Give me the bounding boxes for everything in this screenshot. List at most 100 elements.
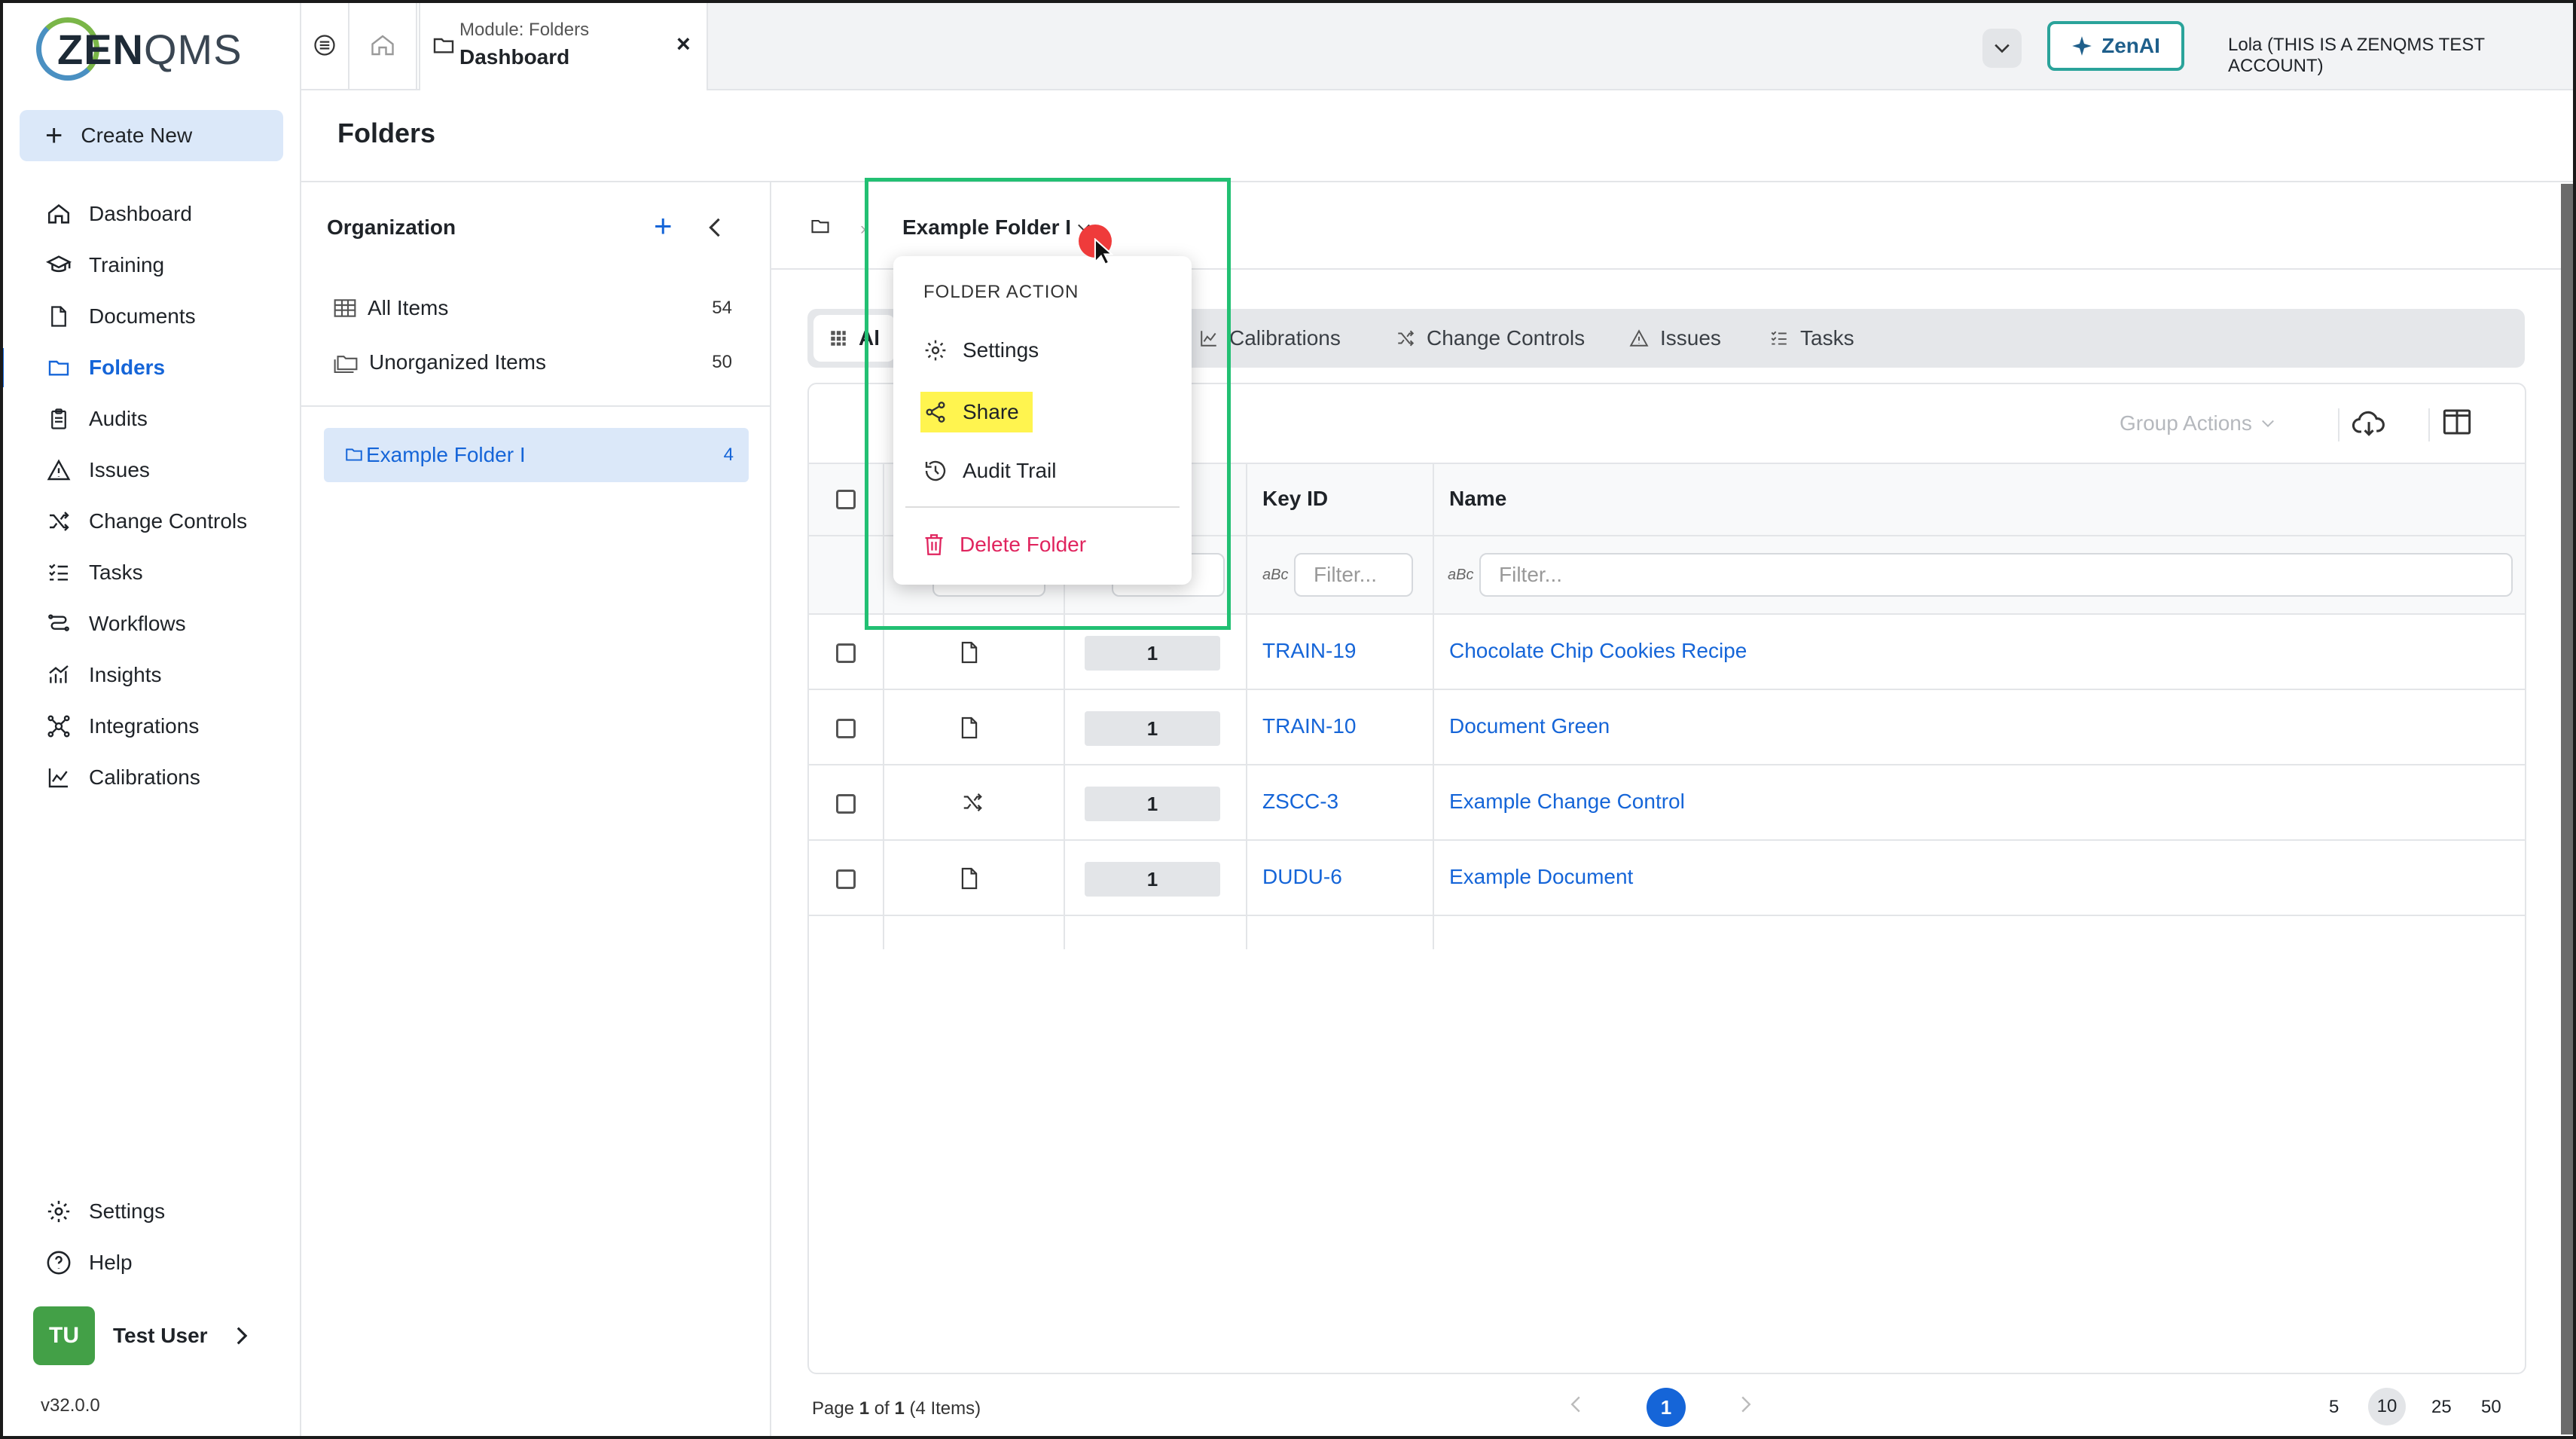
plus-icon: + (45, 119, 63, 152)
sidebar-item-training[interactable]: Training (0, 240, 301, 291)
user-name: Test User (113, 1324, 208, 1347)
tab-folders-dashboard[interactable]: Module: Folders Dashboard × (419, 0, 708, 90)
tab-tasks[interactable]: Tasks (1769, 315, 1854, 362)
tabs-dropdown-button[interactable] (1982, 29, 2022, 68)
sidebar-item-calibrations[interactable]: Calibrations (0, 752, 301, 803)
workflow-icon (44, 612, 74, 636)
sidebar-item-issues[interactable]: Issues (0, 445, 301, 496)
row-checkbox[interactable] (836, 869, 856, 889)
sidebar-item-insights[interactable]: Insights (0, 649, 301, 701)
table-row[interactable]: 1 DUDU-6 Example Document (809, 841, 2525, 916)
home-tab[interactable] (349, 0, 417, 90)
page-button-current[interactable]: 1 (1647, 1388, 1686, 1427)
sidebar-item-tasks[interactable]: Tasks (0, 547, 301, 598)
page-size-option-selected[interactable]: 10 (2368, 1388, 2406, 1425)
annotation-highlight-box (865, 178, 1231, 630)
toolbar-divider (2338, 408, 2339, 441)
sidebar-item-label: Insights (89, 663, 162, 686)
row-checkbox[interactable] (836, 719, 856, 738)
org-item-all-items[interactable]: All Items 54 (333, 289, 755, 327)
menu-toggle-button[interactable] (301, 0, 349, 90)
row-checkbox[interactable] (836, 794, 856, 814)
sidebar-item-label: Settings (89, 1199, 166, 1223)
version-badge: 1 (1085, 711, 1220, 746)
sidebar-item-settings[interactable]: Settings (0, 1186, 301, 1237)
page-size-option[interactable]: 25 (2431, 1397, 2452, 1418)
key-id-link[interactable]: TRAIN-10 (1262, 714, 1356, 738)
page-scrollbar[interactable] (2561, 184, 2573, 1434)
org-item-label: Unorganized Items (369, 350, 547, 374)
name-filter-input[interactable]: Filter... (1479, 553, 2513, 597)
tab-issues[interactable]: Issues (1628, 315, 1721, 362)
column-header-key-id[interactable]: Key ID (1262, 487, 1328, 511)
key-id-link[interactable]: ZSCC-3 (1262, 790, 1338, 814)
sidebar-item-folders[interactable]: Folders (0, 342, 301, 393)
sidebar-item-dashboard[interactable]: Dashboard (0, 188, 301, 240)
tab-change-controls[interactable]: Change Controls (1395, 315, 1585, 362)
org-item-label: All Items (368, 296, 449, 319)
columns-icon[interactable] (2442, 407, 2472, 437)
add-folder-button[interactable]: + (654, 208, 673, 244)
key-id-link[interactable]: TRAIN-19 (1262, 639, 1356, 663)
folder-icon (343, 445, 365, 464)
chevron-left-icon[interactable] (708, 217, 722, 238)
folder-item-example-folder[interactable]: Example Folder I 4 (324, 428, 749, 482)
toolbar-divider (2428, 408, 2430, 441)
clipboard-icon (44, 406, 74, 432)
account-name[interactable]: Lola (THIS IS A ZENQMS TEST ACCOUNT) (2228, 35, 2576, 77)
avatar: TU (33, 1306, 95, 1365)
key-id-filter-input[interactable]: Filter... (1294, 553, 1413, 597)
sidebar: ZENQMS + Create New Dashboard Training D… (0, 0, 301, 1439)
cloud-download-icon[interactable] (2352, 407, 2388, 440)
column-header-name[interactable]: Name (1449, 487, 1506, 511)
shuffle-icon (960, 791, 985, 814)
gear-icon (44, 1199, 74, 1224)
page-title: Folders (337, 118, 436, 148)
create-new-label: Create New (81, 124, 193, 147)
table-row[interactable]: 1 ZSCC-3 Example Change Control (809, 765, 2525, 841)
page-size-option[interactable]: 50 (2481, 1397, 2501, 1418)
sidebar-item-label: Folders (89, 356, 166, 379)
sidebar-item-workflows[interactable]: Workflows (0, 598, 301, 649)
row-checkbox[interactable] (836, 643, 856, 663)
sidebar-nav: Dashboard Training Documents Folders Aud… (0, 188, 301, 803)
document-icon (960, 716, 979, 740)
folder-icon (44, 356, 74, 380)
name-link[interactable]: Chocolate Chip Cookies Recipe (1449, 639, 1747, 663)
folder-item-label: Example Folder I (366, 443, 526, 466)
create-new-button[interactable]: + Create New (20, 110, 283, 161)
zenai-button[interactable]: ZenAI (2047, 21, 2184, 71)
sidebar-item-integrations[interactable]: Integrations (0, 701, 301, 752)
org-item-unorganized[interactable]: Unorganized Items 50 (333, 344, 755, 381)
sidebar-item-label: Audits (89, 407, 148, 430)
page-size-option[interactable]: 5 (2329, 1397, 2339, 1418)
sidebar-item-audits[interactable]: Audits (0, 393, 301, 445)
zenai-label: ZenAI (2101, 34, 2160, 57)
user-menu[interactable]: TU Test User (33, 1306, 249, 1365)
table-row[interactable]: 1 TRAIN-10 Document Green (809, 690, 2525, 765)
sidebar-item-help[interactable]: Help (0, 1237, 301, 1288)
folder-icon (431, 33, 456, 57)
sidebar-item-label: Documents (89, 304, 196, 328)
version-badge: 1 (1085, 787, 1220, 821)
sidebar-item-documents[interactable]: Documents (0, 291, 301, 342)
chevron-down-icon (1994, 43, 2010, 53)
group-actions-button[interactable]: Group Actions (2120, 411, 2275, 435)
chevron-left-icon[interactable] (1570, 1395, 1582, 1413)
sidebar-item-change-controls[interactable]: Change Controls (0, 496, 301, 547)
logo-text: ZENQMS (57, 25, 243, 73)
document-icon (960, 640, 979, 665)
chevron-down-icon (2261, 419, 2275, 428)
close-icon[interactable]: × (676, 30, 691, 58)
cursor-icon (1094, 238, 1113, 267)
folder-icon[interactable] (809, 215, 832, 237)
name-link[interactable]: Example Change Control (1449, 790, 1685, 814)
chevron-right-icon[interactable] (1740, 1395, 1752, 1413)
key-id-link[interactable]: DUDU-6 (1262, 865, 1342, 889)
name-link[interactable]: Document Green (1449, 714, 1610, 738)
select-all-checkbox[interactable] (836, 490, 856, 509)
zenqms-logo[interactable]: ZENQMS (36, 15, 243, 83)
name-link[interactable]: Example Document (1449, 865, 1633, 889)
sidebar-item-label: Training (89, 253, 165, 276)
tab-label: Tasks (1800, 326, 1854, 350)
